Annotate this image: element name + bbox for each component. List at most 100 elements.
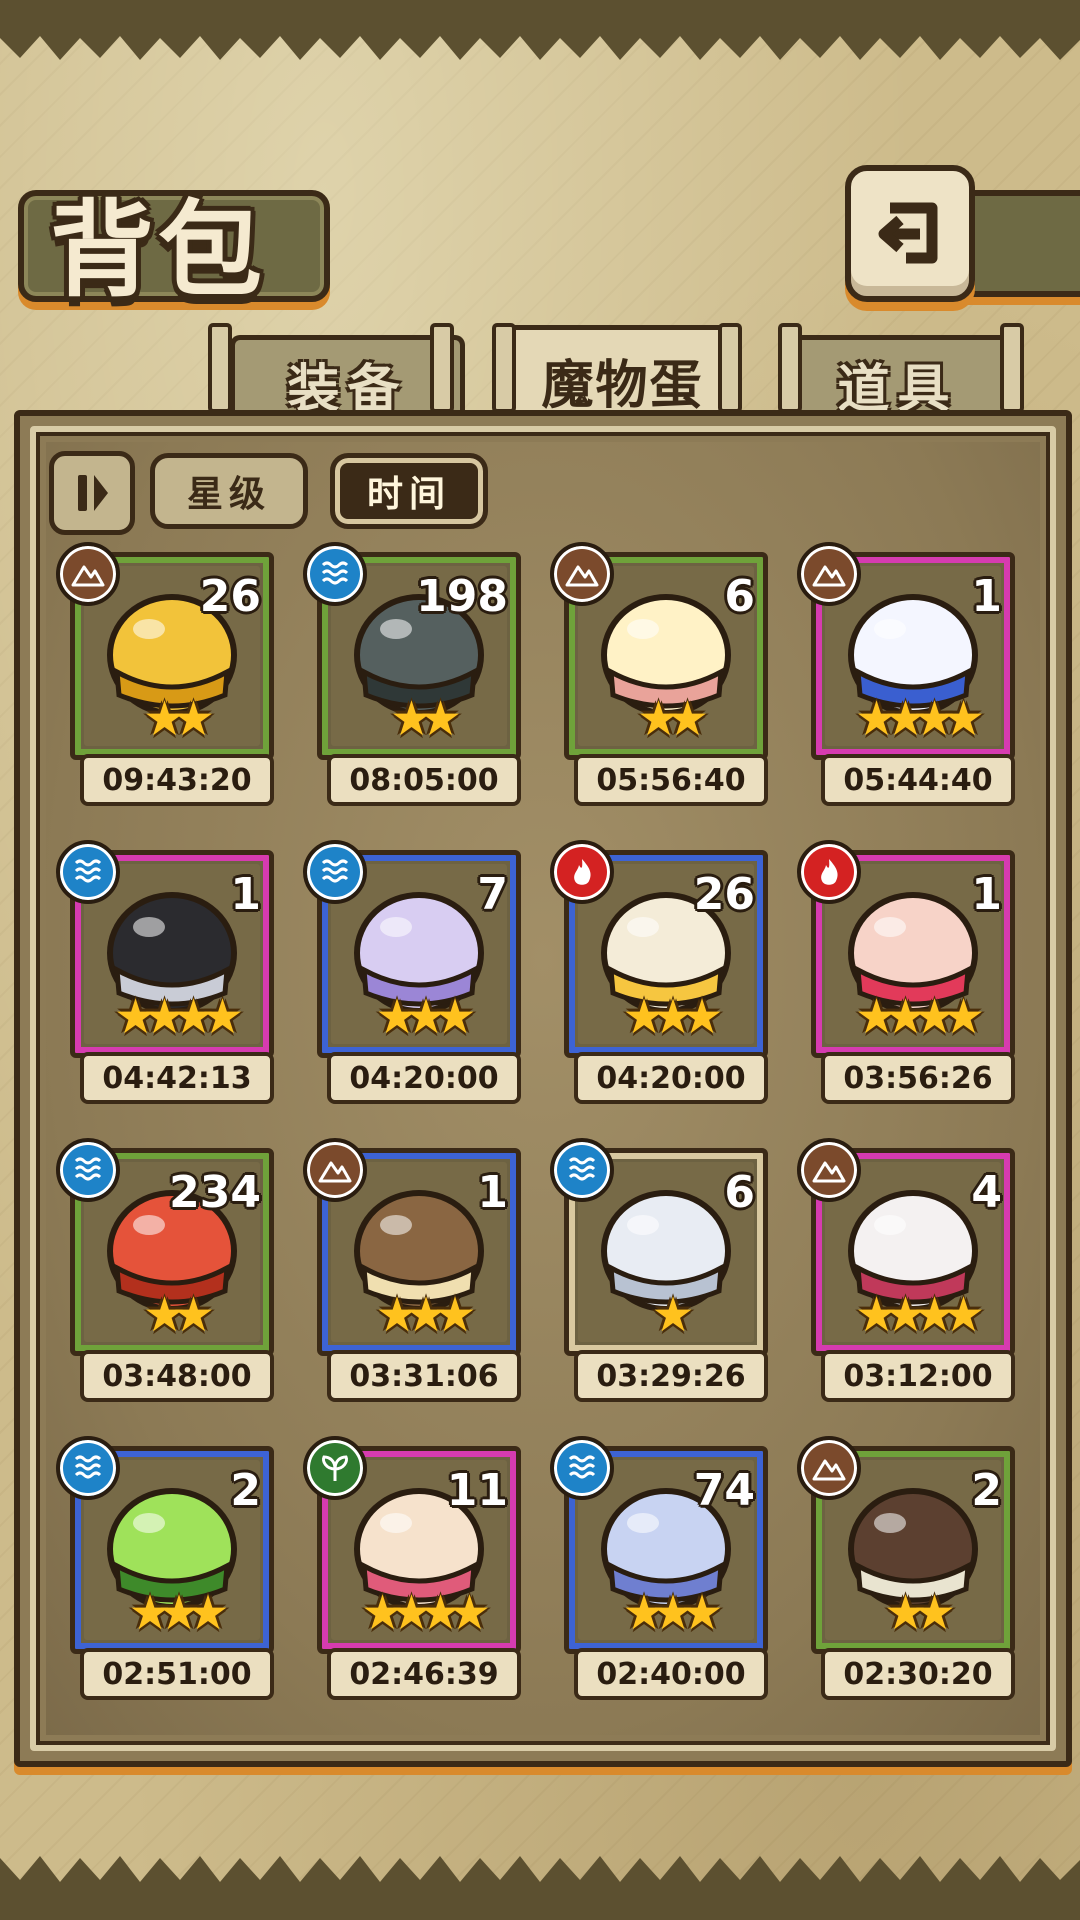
element-earth-icon [303,1138,367,1202]
element-water-icon [550,1436,614,1500]
hatch-timer: 03:56:26 [821,1052,1015,1104]
element-water-icon [303,542,367,606]
torn-edge-top [0,0,1080,60]
star-rating: ★★★★ [854,691,985,747]
hatch-timer: 02:30:20 [821,1648,1015,1700]
star-rating: ★★★★ [854,989,985,1045]
element-water-icon [303,840,367,904]
tab-post [1000,323,1024,413]
star-rating: ★★★★ [854,1287,985,1343]
egg-slot[interactable]: 26 ★★ 09:43:20 [56,542,274,806]
sort-order-icon [78,475,108,511]
star-rating: ★★★ [622,1585,723,1641]
egg-count: 2 [230,1465,261,1516]
egg-count: 4 [971,1167,1002,1218]
egg-count: 1 [230,869,261,920]
element-earth-icon [550,542,614,606]
egg-slot[interactable]: 74 ★★★ 02:40:00 [550,1436,768,1700]
hatch-timer: 03:31:06 [327,1350,521,1402]
egg-slot[interactable]: 1 ★★★★ 03:56:26 [797,840,1015,1104]
element-earth-icon [797,542,861,606]
egg-count: 11 [446,1465,508,1516]
egg-slot[interactable]: 1 ★★★★ 05:44:40 [797,542,1015,806]
star-rating: ★★ [389,691,462,747]
star-rating: ★★ [883,1585,956,1641]
egg-count: 1 [477,1167,508,1218]
hatch-timer: 03:48:00 [80,1350,274,1402]
hatch-timer: 04:20:00 [327,1052,521,1104]
element-earth-icon [797,1138,861,1202]
star-rating: ★★★ [128,1585,229,1641]
hatch-timer: 04:20:00 [574,1052,768,1104]
egg-count: 1 [971,869,1002,920]
egg-count: 6 [724,571,755,622]
back-button-rail [960,190,1080,297]
sort-by-stars-button[interactable]: 星级 [150,453,308,529]
egg-count: 6 [724,1167,755,1218]
hatch-timer: 05:44:40 [821,754,1015,806]
egg-slot[interactable]: 234 ★★ 03:48:00 [56,1138,274,1402]
egg-slot[interactable]: 6 ★ 03:29:26 [550,1138,768,1402]
element-water-icon [550,1138,614,1202]
hatch-timer: 04:42:13 [80,1052,274,1104]
tab-post [492,323,516,413]
element-earth-icon [797,1436,861,1500]
sort-by-time-button[interactable]: 时间 [330,453,488,529]
egg-slot[interactable]: 7 ★★★ 04:20:00 [303,840,521,1104]
tab-post [778,323,802,413]
element-water-icon [56,1138,120,1202]
page-title: 背包 [50,189,267,311]
star-rating: ★★★★ [113,989,244,1045]
star-rating: ★ [651,1287,694,1343]
egg-count: 26 [199,571,261,622]
element-fire-icon [797,840,861,904]
element-wood-icon [303,1436,367,1500]
sort-order-button[interactable] [49,451,135,535]
egg-count: 2 [971,1465,1002,1516]
hatch-timer: 02:51:00 [80,1648,274,1700]
hatch-timer: 05:56:40 [574,754,768,806]
star-rating: ★★★★ [360,1585,491,1641]
element-water-icon [56,1436,120,1500]
egg-count: 7 [477,869,508,920]
star-rating: ★★ [636,691,709,747]
egg-count: 198 [416,571,508,622]
egg-slot[interactable]: 6 ★★ 05:56:40 [550,542,768,806]
egg-slot[interactable]: 2 ★★★ 02:51:00 [56,1436,274,1700]
star-rating: ★★★ [375,1287,476,1343]
hatch-timer: 03:12:00 [821,1350,1015,1402]
egg-count: 234 [169,1167,261,1218]
hatch-timer: 09:43:20 [80,754,274,806]
hatch-timer: 02:46:39 [327,1648,521,1700]
element-water-icon [56,840,120,904]
egg-slot[interactable]: 1 ★★★ 03:31:06 [303,1138,521,1402]
tab-label: 魔物蛋 [541,355,704,416]
egg-slot[interactable]: 2 ★★ 02:30:20 [797,1436,1015,1700]
egg-count: 26 [693,869,755,920]
egg-slot[interactable]: 198 ★★ 08:05:00 [303,542,521,806]
sort-label: 时间 [366,474,451,515]
sort-label: 星级 [186,474,271,515]
tab-post [208,323,232,413]
star-rating: ★★ [142,691,215,747]
hatch-timer: 03:29:26 [574,1350,768,1402]
hatch-timer: 08:05:00 [327,754,521,806]
tab-post [718,323,742,413]
egg-grid: 26 ★★ 09:43:20 198 ★★ 08:05:00 6 ★★ 05:5… [56,542,1022,1700]
egg-slot[interactable]: 26 ★★★ 04:20:00 [550,840,768,1104]
star-rating: ★★ [142,1287,215,1343]
star-rating: ★★★ [622,989,723,1045]
element-earth-icon [56,542,120,606]
egg-count: 1 [971,571,1002,622]
egg-slot[interactable]: 4 ★★★★ 03:12:00 [797,1138,1015,1402]
return-arrow-icon [878,202,938,263]
star-rating: ★★★ [375,989,476,1045]
egg-slot[interactable]: 11 ★★★★ 02:46:39 [303,1436,521,1700]
egg-count: 74 [693,1465,755,1516]
torn-edge-bottom [0,1856,1080,1920]
back-button[interactable] [845,165,975,302]
hatch-timer: 02:40:00 [574,1648,768,1700]
egg-slot[interactable]: 1 ★★★★ 04:42:13 [56,840,274,1104]
tab-post [430,323,454,413]
element-fire-icon [550,840,614,904]
